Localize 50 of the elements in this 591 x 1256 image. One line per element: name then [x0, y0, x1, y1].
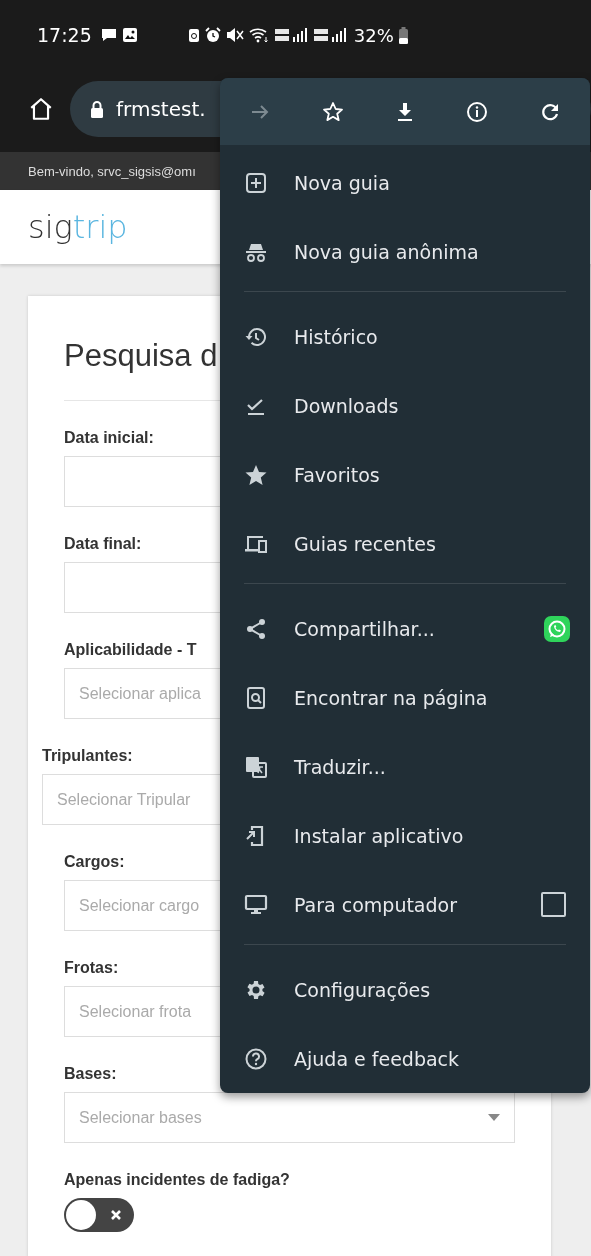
menu-item[interactable]: Histórico — [220, 302, 590, 371]
alarm-clock-icon — [204, 27, 221, 43]
share-icon — [244, 616, 268, 641]
field-label: Cargos: — [64, 853, 125, 871]
translate-icon — [244, 754, 268, 779]
menu-item[interactable]: Favoritos — [220, 440, 590, 509]
menu-item[interactable]: Guias recentes — [220, 509, 590, 578]
image-icon — [121, 27, 138, 43]
menu-item[interactable]: Instalar aplicativo — [220, 801, 590, 870]
wifi-icon — [248, 27, 269, 43]
chat-bubble-icon — [100, 27, 117, 43]
field-label: Data final: — [64, 535, 142, 553]
muted-speaker-icon — [225, 27, 244, 43]
home-icon[interactable] — [28, 96, 54, 122]
checkbox[interactable] — [541, 892, 566, 917]
menu-item[interactable]: Configurações — [220, 955, 590, 1024]
welcome-text: Bem-vindo, srvc_sigsis@omı — [28, 163, 196, 179]
battery-saver-icon — [187, 27, 200, 43]
find-in-page-icon — [244, 685, 268, 710]
info-icon — [465, 99, 490, 124]
field-label: Tripulantes: — [42, 747, 133, 765]
field-label: Bases: — [64, 1065, 117, 1083]
signal-icon — [273, 27, 308, 43]
signal-icon — [312, 27, 347, 43]
x-icon — [110, 1209, 122, 1221]
menu-item[interactable]: Downloads — [220, 371, 590, 440]
star-icon — [320, 99, 345, 124]
caret-icon — [488, 1114, 500, 1121]
battery-icon — [398, 26, 408, 44]
page-title: Pesquisa d — [64, 337, 218, 374]
menu-item[interactable]: Traduzir... — [220, 732, 590, 801]
menu-item[interactable]: Nova guia — [220, 148, 590, 217]
chat-app-icon[interactable] — [544, 615, 570, 642]
menu-item[interactable]: Nova guia anônima — [220, 217, 590, 286]
lock-icon — [90, 100, 104, 118]
menu-item[interactable]: Para computador — [220, 870, 590, 939]
battery-percent: 32% — [353, 24, 394, 46]
field-label: Apenas incidentes de fadiga? — [64, 1171, 290, 1189]
monitor-icon — [244, 892, 268, 917]
help-icon — [244, 1046, 268, 1071]
field-label: Aplicabilidade - T — [64, 641, 197, 659]
menu-item[interactable]: Compartilhar... — [220, 594, 590, 663]
field-label: Data inicial: — [64, 429, 154, 447]
menu-item[interactable]: Ajuda e feedback — [220, 1024, 590, 1093]
plus-box-icon — [244, 170, 268, 195]
toggle-switch[interactable] — [64, 1198, 134, 1232]
menu-item[interactable]: Encontrar na página — [220, 663, 590, 732]
logo: sigtrip — [28, 208, 128, 246]
field-label: Frotas: — [64, 959, 119, 977]
clock-time: 17:25 — [37, 24, 92, 46]
